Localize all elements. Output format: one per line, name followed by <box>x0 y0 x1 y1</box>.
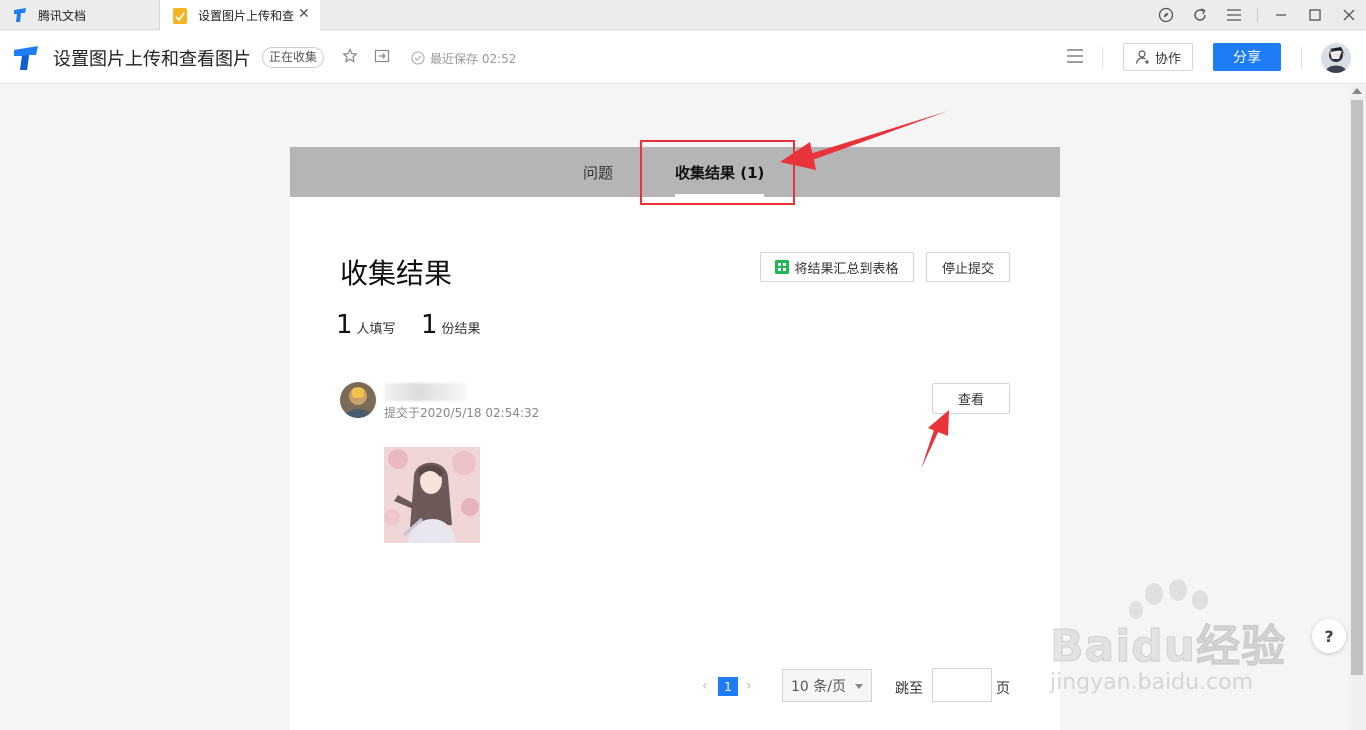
submitter-name-blurred <box>384 383 466 401</box>
pagination-next[interactable]: › <box>746 678 752 694</box>
tab-questions-label: 问题 <box>583 163 614 182</box>
tab-results-label: 收集结果 (1) <box>675 163 765 182</box>
collection-panel: 问题 收集结果 (1) <box>290 147 1060 730</box>
tencent-docs-logo[interactable] <box>12 45 40 71</box>
submitter-avatar <box>340 382 376 418</box>
refresh-icon[interactable] <box>1183 0 1217 30</box>
tab-results[interactable]: 收集结果 (1) <box>675 147 765 197</box>
sheet-icon <box>775 260 790 274</box>
view-submission-button[interactable]: 查看 <box>932 383 1010 414</box>
close-window-icon[interactable] <box>1332 0 1366 30</box>
saved-check-icon <box>411 50 425 65</box>
compass-icon[interactable] <box>1149 0 1183 30</box>
star-icon[interactable] <box>341 47 359 65</box>
divider <box>1257 8 1258 22</box>
tencent-docs-icon <box>12 7 28 23</box>
scroll-up-arrow-icon[interactable] <box>1352 88 1362 94</box>
form-doc-icon <box>172 7 188 24</box>
window-controls <box>1149 0 1366 30</box>
submission-time: 提交于2020/5/18 02:54:32 <box>384 406 540 420</box>
add-user-icon <box>1135 50 1149 64</box>
browser-tab-label: 腾讯文档 <box>38 8 87 23</box>
jump-to-label: 跳至 <box>895 681 923 697</box>
browser-tab-strip: 腾讯文档 设置图片上传和查 ✕ <box>0 0 1366 31</box>
menu-icon[interactable] <box>1217 0 1251 30</box>
active-tab-indicator <box>675 194 765 197</box>
watermark-url: jingyan.baidu.com <box>1050 670 1254 695</box>
close-tab-icon[interactable]: ✕ <box>298 7 312 21</box>
export-label: 将结果汇总到表格 <box>794 261 899 277</box>
move-to-folder-icon[interactable] <box>373 47 391 65</box>
stop-submission-button[interactable]: 停止提交 <box>926 252 1010 282</box>
page-size-select[interactable]: 10 条/页 <box>782 669 872 702</box>
watermark-logo-text: Baidu经验 <box>1049 621 1287 673</box>
page-size-value: 10 条/页 <box>791 678 846 695</box>
browser-tab-label: 设置图片上传和查 <box>198 9 295 23</box>
document-title[interactable]: 设置图片上传和查看图片 <box>53 45 251 71</box>
browser-tab-tencent-docs[interactable]: 腾讯文档 <box>0 0 160 30</box>
pagination-current-page[interactable]: 1 <box>718 677 738 696</box>
page-unit-label: 页 <box>996 681 1010 697</box>
save-status: 最近保存 02:52 <box>430 52 517 66</box>
browser-tab-current-doc[interactable]: 设置图片上传和查 ✕ <box>160 0 320 31</box>
jump-to-page-input[interactable] <box>932 668 992 702</box>
help-button[interactable]: ? <box>1312 619 1346 653</box>
tab-questions[interactable]: 问题 <box>583 147 613 197</box>
respondents-stat: 1 人填写 <box>336 310 396 340</box>
page-title: 收集结果 <box>340 257 453 290</box>
collaborate-button[interactable]: 协作 <box>1123 43 1193 71</box>
chevron-down-icon <box>855 684 863 689</box>
document-header: 设置图片上传和查看图片 正在收集 最近保存 02:52 协作 分享 <box>0 31 1366 84</box>
divider <box>1102 47 1103 69</box>
panel-tab-bar: 问题 收集结果 (1) <box>290 147 1060 197</box>
status-badge: 正在收集 <box>262 47 325 68</box>
respondents-count: 1 <box>336 310 353 340</box>
collaborate-label: 协作 <box>1154 51 1181 67</box>
scrollbar-thumb[interactable] <box>1351 100 1363 675</box>
results-count: 1 <box>421 310 438 340</box>
share-button[interactable]: 分享 <box>1213 43 1281 71</box>
export-to-sheet-button[interactable]: 将结果汇总到表格 <box>760 252 914 282</box>
divider <box>1301 47 1302 69</box>
pagination-prev[interactable]: ‹ <box>702 678 708 694</box>
minimize-icon[interactable] <box>1264 0 1298 30</box>
maximize-icon[interactable] <box>1298 0 1332 30</box>
results-unit: 份结果 <box>441 322 481 337</box>
user-avatar[interactable] <box>1321 43 1351 73</box>
respondents-unit: 人填写 <box>356 322 396 337</box>
results-stat: 1 份结果 <box>421 310 481 340</box>
doc-menu-icon[interactable] <box>1066 48 1084 66</box>
uploaded-image-thumbnail[interactable] <box>384 447 480 543</box>
